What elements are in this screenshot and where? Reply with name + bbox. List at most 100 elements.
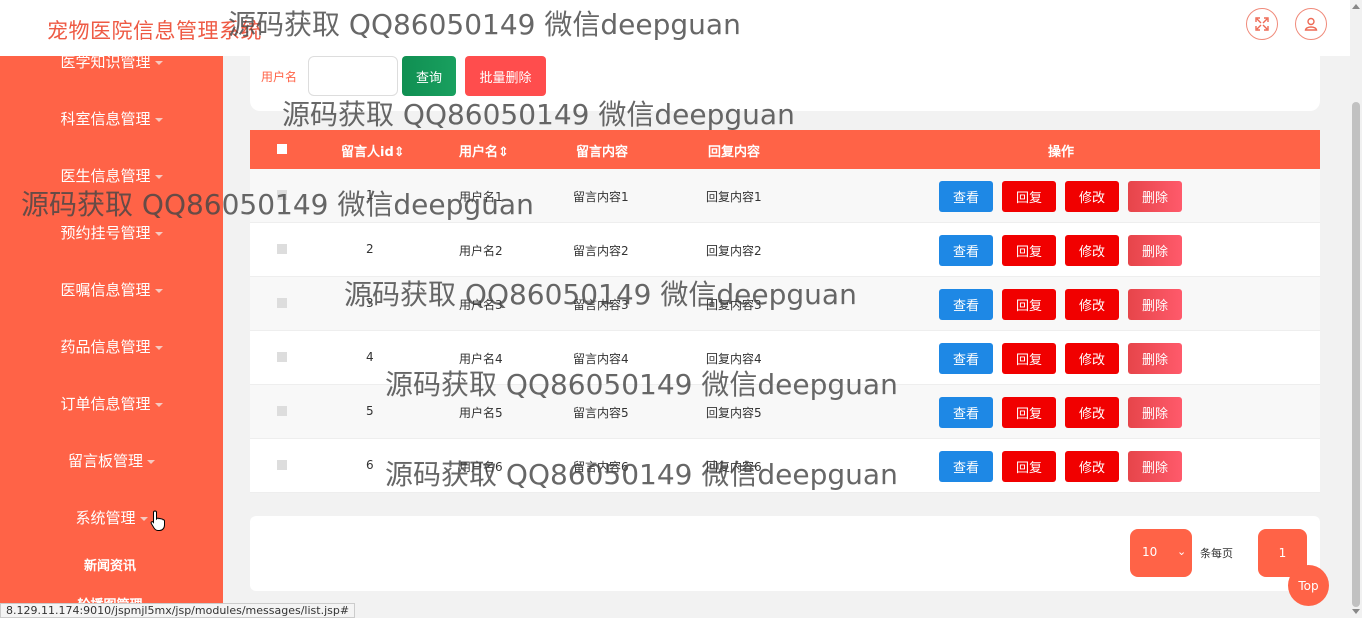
caret-down-icon [154, 345, 163, 350]
cell-reply: 回复内容3 [706, 298, 762, 312]
sidebar-item-label: 留言板管理 [67, 452, 143, 470]
sidebar-item-label: 医嘱信息管理 [60, 281, 151, 299]
sidebar-item-label: 预约挂号管理 [60, 224, 151, 242]
sidebar-item-appointment[interactable]: 预约挂号管理 [0, 222, 223, 243]
reply-button[interactable]: 回复 [1002, 343, 1056, 374]
select-all-checkbox[interactable] [277, 144, 287, 154]
edit-button[interactable]: 修改 [1065, 181, 1119, 212]
cell-id: 4 [366, 350, 374, 364]
view-button[interactable]: 查看 [939, 289, 993, 320]
delete-button[interactable]: 删除 [1128, 289, 1182, 320]
table-row: 2 用户名2 留言内容2 回复内容2 查看 回复 修改 删除 [250, 223, 1320, 277]
header-actions: 操作 [1048, 145, 1075, 160]
reply-button[interactable]: 回复 [1002, 397, 1056, 428]
delete-button[interactable]: 删除 [1128, 397, 1182, 428]
delete-button[interactable]: 删除 [1128, 235, 1182, 266]
caret-down-icon [147, 459, 155, 464]
header-id[interactable]: 留言人id⇕ [341, 141, 405, 160]
sidebar-item-medicine[interactable]: 药品信息管理 [0, 336, 223, 357]
edit-button[interactable]: 修改 [1065, 289, 1119, 320]
scroll-up-arrow-icon[interactable] [1352, 4, 1360, 9]
view-button[interactable]: 查看 [939, 397, 993, 428]
page-size-value: 10 [1142, 545, 1158, 559]
row-checkbox[interactable] [277, 352, 287, 362]
status-bar-url: 8.129.11.174:9010/jspmjl5mx/jsp/modules/… [0, 603, 356, 618]
header-username[interactable]: 用户名⇕ [459, 141, 509, 160]
sidebar-item-prescription[interactable]: 医嘱信息管理 [0, 279, 223, 300]
edit-button[interactable]: 修改 [1065, 343, 1119, 374]
delete-button[interactable]: 删除 [1128, 181, 1182, 212]
sidebar-subitem-news[interactable]: 新闻资讯 [0, 555, 220, 574]
table-row: 1 用户名1 留言内容1 回复内容1 查看 回复 修改 删除 [250, 169, 1320, 223]
cell-id: 6 [366, 458, 374, 472]
reply-button[interactable]: 回复 [1002, 181, 1056, 212]
search-panel: 用户名 查询 批量删除 [250, 46, 1320, 111]
cell-id: 5 [366, 404, 374, 418]
reply-button[interactable]: 回复 [1002, 451, 1056, 482]
query-button[interactable]: 查询 [402, 56, 456, 96]
reply-button[interactable]: 回复 [1002, 235, 1056, 266]
page-size-select[interactable]: 10 ⌄ [1130, 529, 1192, 577]
table-row: 5 用户名5 留言内容5 回复内容5 查看 回复 修改 删除 [250, 385, 1320, 439]
table-row: 6 用户名6 留言内容6 回复内容6 查看 回复 修改 删除 [250, 439, 1320, 493]
cell-reply: 回复内容2 [706, 244, 762, 258]
cell-id: 1 [366, 188, 374, 202]
sidebar-item-label: 订单信息管理 [60, 395, 151, 413]
sidebar: 医学知识管理 科室信息管理 医生信息管理 预约挂号管理 医嘱信息管理 药品信息管… [0, 56, 223, 604]
batch-delete-button[interactable]: 批量删除 [465, 56, 546, 96]
table-header: 留言人id⇕ 用户名⇕ 留言内容 回复内容 操作 [250, 130, 1320, 169]
sidebar-item-department[interactable]: 科室信息管理 [0, 108, 223, 129]
caret-down-icon [154, 402, 163, 407]
sidebar-item-orders[interactable]: 订单信息管理 [0, 393, 223, 414]
sidebar-item-label: 科室信息管理 [60, 110, 151, 128]
caret-down-icon [154, 231, 163, 236]
caret-down-icon [154, 60, 163, 65]
page-scrollbar[interactable] [1350, 0, 1362, 618]
cell-username: 用户名1 [459, 190, 503, 204]
sidebar-item-message-board[interactable]: 留言板管理 [0, 450, 223, 471]
view-button[interactable]: 查看 [939, 343, 993, 374]
delete-button[interactable]: 删除 [1128, 451, 1182, 482]
row-checkbox[interactable] [277, 298, 287, 308]
view-button[interactable]: 查看 [939, 235, 993, 266]
cell-content: 留言内容3 [573, 298, 629, 312]
cell-username: 用户名3 [459, 298, 503, 312]
per-page-label: 条每页 [1200, 547, 1233, 560]
user-icon[interactable] [1295, 8, 1327, 40]
username-search-input[interactable] [308, 56, 398, 96]
cell-reply: 回复内容1 [706, 190, 762, 204]
app-title: 宠物医院信息管理系统 [47, 19, 262, 43]
table-row: 3 用户名3 留言内容3 回复内容3 查看 回复 修改 删除 [250, 277, 1320, 331]
scroll-down-arrow-icon[interactable] [1352, 609, 1360, 614]
sidebar-item-label: 医生信息管理 [60, 167, 151, 185]
sidebar-item-label: 药品信息管理 [60, 338, 151, 356]
edit-button[interactable]: 修改 [1065, 451, 1119, 482]
cell-content: 留言内容5 [573, 406, 629, 420]
view-button[interactable]: 查看 [939, 181, 993, 212]
reply-button[interactable]: 回复 [1002, 289, 1056, 320]
sidebar-item-system[interactable]: 系统管理 [0, 507, 223, 528]
sidebar-item-doctor[interactable]: 医生信息管理 [0, 165, 223, 186]
scrollbar-thumb[interactable] [1352, 102, 1360, 607]
row-checkbox[interactable] [277, 190, 287, 200]
cell-content: 留言内容2 [573, 244, 629, 258]
pagination-panel: 10 ⌄ 条每页 1 [250, 516, 1320, 591]
edit-button[interactable]: 修改 [1065, 397, 1119, 428]
caret-down-icon [154, 174, 163, 179]
back-to-top-button[interactable]: Top [1288, 565, 1329, 606]
delete-button[interactable]: 删除 [1128, 343, 1182, 374]
fullscreen-icon[interactable] [1246, 8, 1278, 40]
cell-username: 用户名6 [459, 460, 503, 474]
row-checkbox[interactable] [277, 460, 287, 470]
cell-username: 用户名5 [459, 406, 503, 420]
cell-content: 留言内容4 [573, 352, 629, 366]
caret-down-icon [139, 516, 148, 521]
row-checkbox[interactable] [277, 244, 287, 254]
caret-down-icon [154, 288, 163, 293]
sidebar-item-medical-knowledge[interactable]: 医学知识管理 [0, 56, 223, 72]
view-button[interactable]: 查看 [939, 451, 993, 482]
cell-username: 用户名4 [459, 352, 503, 366]
edit-button[interactable]: 修改 [1065, 235, 1119, 266]
row-checkbox[interactable] [277, 406, 287, 416]
hand-cursor-icon [150, 510, 166, 537]
